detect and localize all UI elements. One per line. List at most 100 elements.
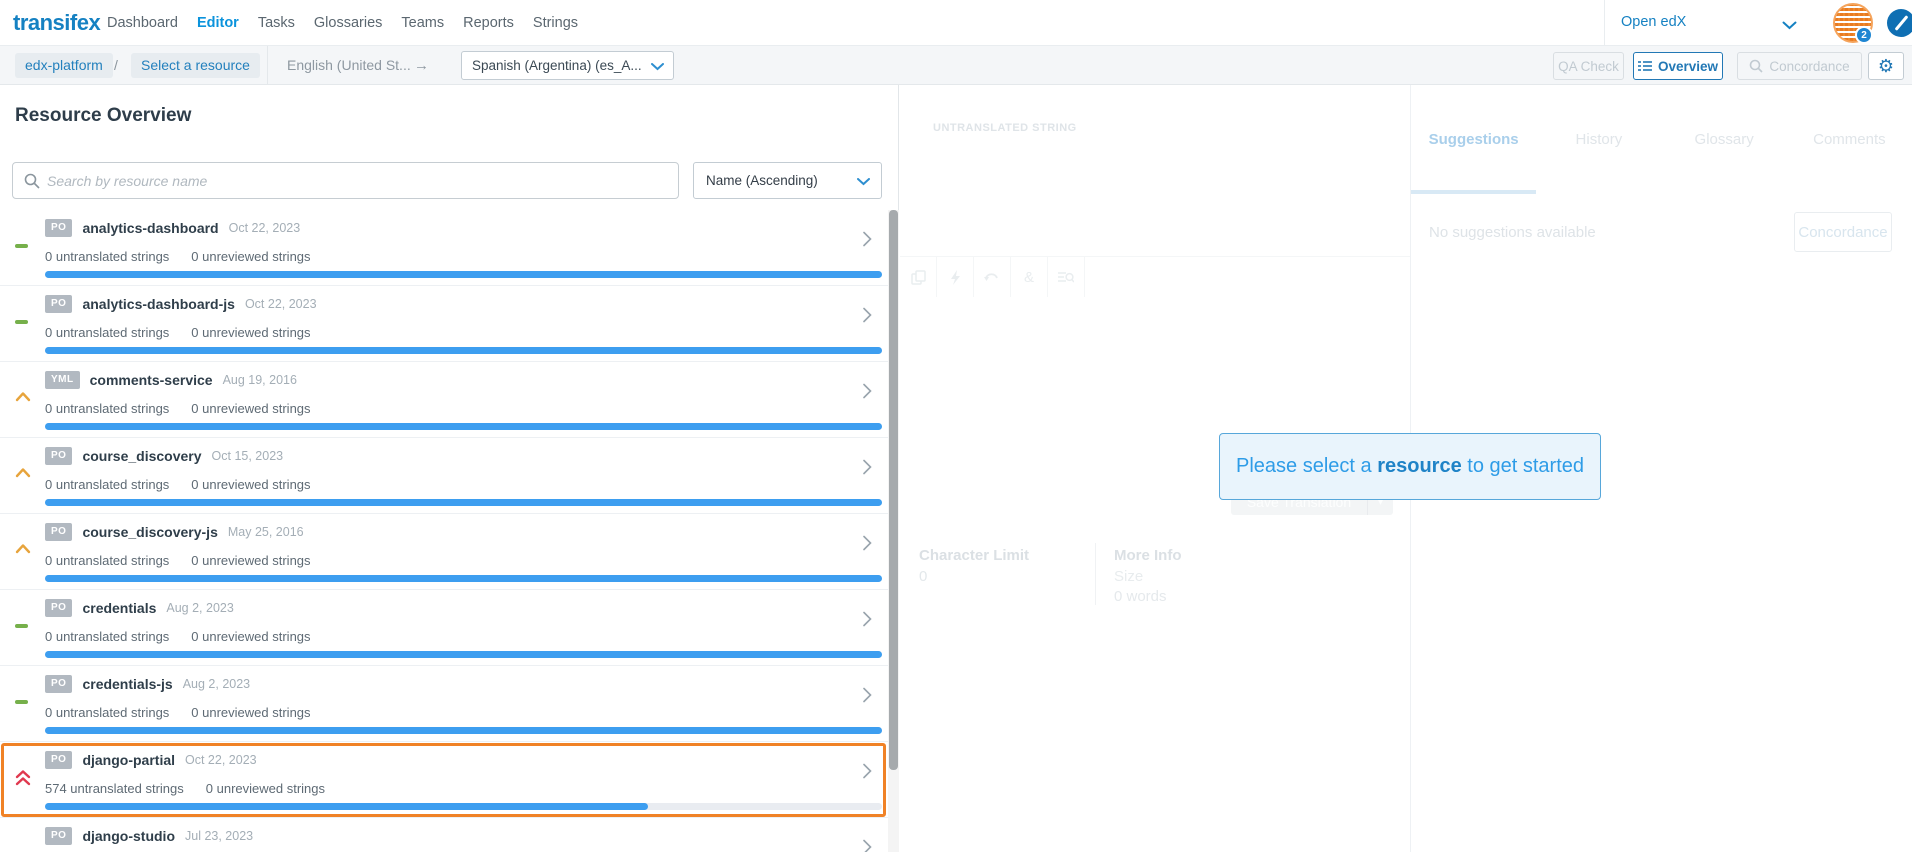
scrollbar-track[interactable] <box>888 210 899 852</box>
untranslated-count: 0 untranslated strings <box>45 629 169 644</box>
status-icon <box>15 465 33 483</box>
nav-item-strings[interactable]: Strings <box>533 15 578 31</box>
search-input[interactable] <box>47 164 667 197</box>
resource-row[interactable]: PO credentials-js Aug 2, 2023 0 untransl… <box>0 666 888 742</box>
resource-name: comments-service <box>90 372 213 388</box>
breadcrumb-separator: / <box>114 46 118 85</box>
resource-row[interactable]: PO course_discovery-js May 25, 2016 0 un… <box>0 514 888 590</box>
panel-title: Resource Overview <box>15 105 191 127</box>
format-badge: PO <box>45 295 72 313</box>
resource-row[interactable]: YML comments-service Aug 19, 2016 0 untr… <box>0 362 888 438</box>
untranslated-count: 0 untranslated strings <box>45 249 169 264</box>
size-label: Size <box>1114 568 1143 585</box>
select-resource-callout: Please select a resource to get started <box>1219 433 1601 500</box>
resource-date: Oct 22, 2023 <box>185 753 257 767</box>
breadcrumb-select-resource[interactable]: Select a resource <box>131 53 260 78</box>
resource-row-header: PO analytics-dashboard-js Oct 22, 2023 <box>45 295 317 313</box>
tab-suggestions[interactable]: Suggestions <box>1411 85 1536 194</box>
gear-icon: ⚙ <box>1878 56 1894 77</box>
suggestions-tabs: SuggestionsHistoryGlossaryComments <box>1411 85 1912 194</box>
nav-item-editor[interactable]: Editor <box>197 15 239 31</box>
tab-glossary[interactable]: Glossary <box>1662 85 1787 194</box>
concordance-side-button[interactable]: Concordance <box>1794 212 1892 252</box>
search-icon <box>24 173 40 189</box>
scrollbar-thumb[interactable] <box>889 210 898 770</box>
notification-badge[interactable]: 2 <box>1855 26 1873 44</box>
nav-item-tasks[interactable]: Tasks <box>258 15 295 31</box>
resource-row-stats: 0 untranslated strings 0 unreviewed stri… <box>45 705 311 720</box>
chevron-right-icon <box>863 839 872 852</box>
progress-bar-fill <box>45 727 882 734</box>
breadcrumb-project[interactable]: edx-platform <box>15 53 113 78</box>
undo-icon <box>974 257 1011 297</box>
chevron-down-icon[interactable] <box>1782 17 1797 35</box>
nav-item-glossaries[interactable]: Glossaries <box>314 15 383 31</box>
chevron-right-icon <box>863 535 872 556</box>
format-badge: PO <box>45 219 72 237</box>
format-badge: YML <box>45 371 80 389</box>
sort-select[interactable]: Name (Ascending) <box>693 162 882 199</box>
resource-row-header: PO django-studio Jul 23, 2023 <box>45 827 253 845</box>
nav-item-reports[interactable]: Reports <box>463 15 514 31</box>
help-compass-icon[interactable] <box>1887 9 1912 37</box>
tab-comments[interactable]: Comments <box>1787 85 1912 194</box>
progress-bar-fill <box>45 575 882 582</box>
untranslated-count: 574 untranslated strings <box>45 781 184 796</box>
status-icon <box>15 845 33 852</box>
resource-row-header: PO course_discovery-js May 25, 2016 <box>45 523 304 541</box>
overview-button[interactable]: Overview <box>1633 52 1723 80</box>
qa-check-button[interactable]: QA Check <box>1553 52 1624 80</box>
progress-bar-fill <box>45 271 882 278</box>
org-selector[interactable]: Open edX <box>1621 0 1686 45</box>
resource-row[interactable]: PO django-studio Jul 23, 2023 <box>0 818 888 852</box>
resource-row[interactable]: PO analytics-dashboard-js Oct 22, 2023 0… <box>0 286 888 362</box>
concordance-button[interactable]: Concordance <box>1737 52 1862 80</box>
progress-bar <box>45 651 882 658</box>
unreviewed-count: 0 unreviewed strings <box>206 781 325 796</box>
progress-bar-fill <box>45 499 882 506</box>
chevron-right-icon <box>863 307 872 328</box>
resource-row[interactable]: PO django-partial Oct 22, 2023 574 untra… <box>0 742 888 818</box>
machine-translation-icon <box>937 257 974 297</box>
tab-history[interactable]: History <box>1536 85 1661 194</box>
resource-row[interactable]: PO credentials Aug 2, 2023 0 untranslate… <box>0 590 888 666</box>
progress-bar <box>45 727 882 734</box>
resource-name: analytics-dashboard <box>82 220 218 236</box>
unreviewed-count: 0 unreviewed strings <box>191 705 310 720</box>
resource-date: Oct 15, 2023 <box>212 449 284 463</box>
target-language-select[interactable]: Spanish (Argentina) (es_A... <box>461 51 674 80</box>
settings-button[interactable]: ⚙ <box>1868 52 1904 80</box>
overview-label: Overview <box>1658 59 1718 74</box>
progress-bar <box>45 347 882 354</box>
resource-row-stats: 0 untranslated strings 0 unreviewed stri… <box>45 477 311 492</box>
callout-text: to get started <box>1462 455 1584 478</box>
resource-name: django-partial <box>82 752 175 768</box>
resource-list: PO analytics-dashboard Oct 22, 2023 0 un… <box>0 210 888 852</box>
nav-item-teams[interactable]: Teams <box>401 15 444 31</box>
unreviewed-count: 0 unreviewed strings <box>191 325 310 340</box>
nav-item-dashboard[interactable]: Dashboard <box>107 15 178 31</box>
resource-name: credentials <box>82 600 156 616</box>
progress-bar <box>45 423 882 430</box>
chevron-right-icon <box>863 459 872 480</box>
untranslated-count: 0 untranslated strings <box>45 325 169 340</box>
transifex-logo[interactable]: transifex <box>13 0 100 45</box>
untranslated-count: 0 untranslated strings <box>45 553 169 568</box>
format-badge: PO <box>45 675 72 693</box>
editor-panel: UNTRANSLATED STRING & Save Translation ▾… <box>900 85 1912 852</box>
no-suggestions-message: No suggestions available <box>1429 224 1596 241</box>
chevron-right-icon <box>863 383 872 404</box>
resource-row-stats: 574 untranslated strings 0 unreviewed st… <box>45 781 325 796</box>
resource-row-stats: 0 untranslated strings 0 unreviewed stri… <box>45 401 311 416</box>
copy-source-icon <box>900 257 937 297</box>
resource-row-header: PO credentials Aug 2, 2023 <box>45 599 234 617</box>
status-icon <box>15 617 33 635</box>
resource-row[interactable]: PO analytics-dashboard Oct 22, 2023 0 un… <box>0 210 888 286</box>
special-characters-icon: & <box>1011 257 1048 297</box>
resource-date: Aug 2, 2023 <box>166 601 233 615</box>
list-icon <box>1638 60 1652 72</box>
resource-row[interactable]: PO course_discovery Oct 15, 2023 0 untra… <box>0 438 888 514</box>
chevron-right-icon <box>863 231 872 252</box>
progress-bar <box>45 271 882 278</box>
resource-row-stats: 0 untranslated strings 0 unreviewed stri… <box>45 629 311 644</box>
